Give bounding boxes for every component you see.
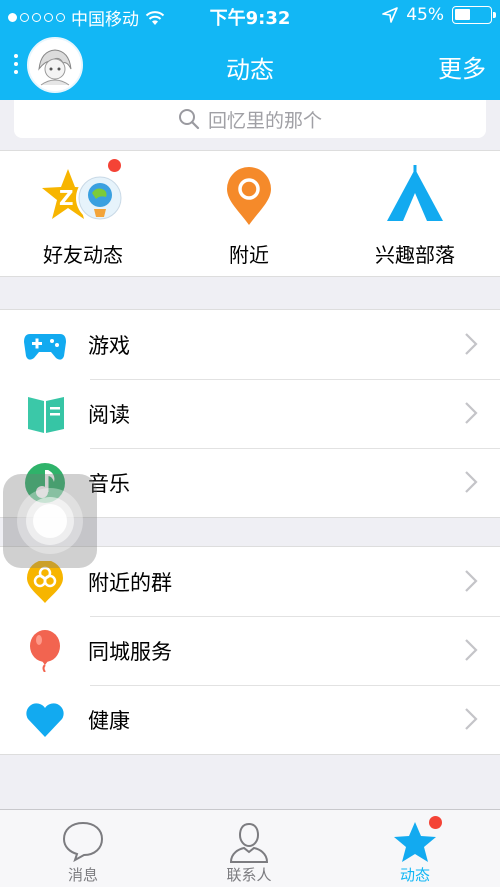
search-placeholder: 回忆里的那个 [207, 109, 322, 132]
list-group-2: 附近的群 同城服务 健康 [0, 546, 500, 755]
tab-label: 动态 [399, 866, 430, 884]
balloon-icon [30, 630, 60, 672]
quick-entry-row: Z 好友动态 附近 兴趣部落 [0, 150, 500, 277]
list-item-label: 阅读 [88, 403, 130, 427]
list-item-label: 附近的群 [88, 571, 172, 595]
battery-icon [452, 6, 496, 24]
battery-percent: 45% [406, 5, 444, 25]
chevron-right-icon [465, 402, 478, 424]
chevron-right-icon [465, 471, 478, 493]
nav-bar: 动态 更多 [0, 32, 500, 100]
location-pin-icon [225, 165, 273, 229]
list-item-label: 同城服务 [88, 640, 172, 664]
search-input[interactable]: 回忆里的那个 [14, 100, 486, 138]
notification-badge [429, 816, 442, 829]
list-item-game[interactable]: 游戏 [0, 310, 500, 379]
book-icon [28, 397, 64, 433]
location-arrow-icon [382, 7, 399, 23]
svg-text:Z: Z [59, 186, 74, 210]
tab-bar: 消息 联系人 动态 [0, 809, 500, 887]
chevron-right-icon [465, 708, 478, 730]
quick-item-label: 附近 [229, 243, 269, 267]
quick-item-interest-tribe[interactable]: 兴趣部落 [332, 151, 498, 278]
search-icon [178, 109, 200, 130]
list-item-label: 游戏 [88, 334, 130, 358]
page-title: 动态 [226, 56, 274, 84]
tab-label: 消息 [67, 866, 98, 884]
contact-person-icon [229, 822, 269, 863]
list-item-health[interactable]: 健康 [0, 685, 500, 754]
list-item-label: 健康 [88, 709, 130, 733]
list-item-city-service[interactable]: 同城服务 [0, 616, 500, 685]
more-button[interactable]: 更多 [438, 49, 486, 84]
top-header: 中国移动 下午9:32 45% 动态 更多 [0, 0, 500, 100]
tent-icon [385, 165, 445, 225]
search-area: 回忆里的那个 [0, 100, 500, 150]
quick-item-label: 好友动态 [43, 243, 123, 267]
tab-feed[interactable]: 动态 [332, 810, 498, 887]
tab-messages[interactable]: 消息 [0, 810, 166, 887]
gamepad-icon [24, 334, 66, 360]
quick-item-label: 兴趣部落 [375, 243, 455, 267]
chevron-right-icon [465, 639, 478, 661]
friend-feed-icon: Z [38, 165, 128, 229]
notification-badge [108, 159, 121, 172]
message-bubble-icon [62, 821, 104, 862]
chevron-right-icon [465, 570, 478, 592]
status-bar: 中国移动 下午9:32 45% [0, 0, 500, 32]
quick-item-nearby[interactable]: 附近 [166, 151, 332, 278]
heart-icon [26, 703, 64, 737]
chevron-right-icon [465, 333, 478, 355]
quick-item-friend-feed[interactable]: Z 好友动态 [0, 151, 166, 278]
tab-contacts[interactable]: 联系人 [166, 810, 332, 887]
list-item-reading[interactable]: 阅读 [0, 379, 500, 448]
assistive-touch-button[interactable] [3, 474, 97, 568]
tab-label: 联系人 [226, 866, 272, 884]
